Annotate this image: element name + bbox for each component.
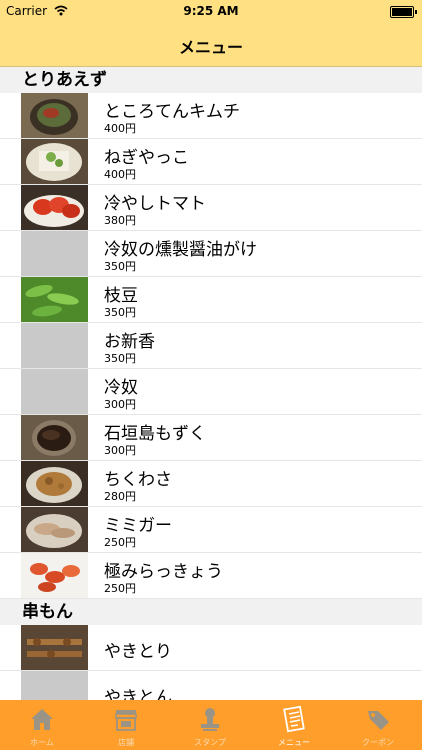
battery-icon xyxy=(390,6,417,18)
food-photo-placeholder xyxy=(21,671,88,700)
tab-menu[interactable]: メニュー xyxy=(252,700,336,750)
food-photo-thumbnail xyxy=(21,507,88,552)
menu-item-price: 300円 xyxy=(104,444,136,457)
status-time: 9:25 AM xyxy=(183,4,239,18)
navigation-bar: メニュー xyxy=(0,22,422,67)
page-title: メニュー xyxy=(178,38,243,57)
coupon-icon xyxy=(368,711,389,730)
food-photo-thumbnail xyxy=(21,461,88,506)
menu-item-name: ところてんキムチ xyxy=(104,102,240,122)
menu-item-price: 350円 xyxy=(104,260,136,273)
food-photo-thumbnail xyxy=(21,93,88,138)
tab-bar: ホーム 店舗 スタンプ メニュー クーポン xyxy=(0,700,422,750)
menu-item-row[interactable]: 冷やしトマト 380円 xyxy=(0,185,422,231)
menu-item-name: お新香 xyxy=(104,332,155,352)
menu-item-row[interactable]: ねぎやっこ 400円 xyxy=(0,139,422,185)
menu-item-name: 極みらっきょう xyxy=(104,562,223,582)
menu-item-row[interactable]: 石垣島もずく 300円 xyxy=(0,415,422,461)
food-photo-thumbnail xyxy=(21,277,88,322)
food-photo-thumbnail xyxy=(21,625,88,670)
tab-label: メニュー xyxy=(278,738,310,747)
stamp-icon xyxy=(201,708,219,731)
menu-item-row[interactable]: ちくわさ 280円 xyxy=(0,461,422,507)
menu-item-name: 冷奴 xyxy=(104,378,138,398)
menu-item-price: 250円 xyxy=(104,582,136,595)
tab-stamp[interactable]: スタンプ xyxy=(168,700,252,750)
tab-coupon[interactable]: クーポン xyxy=(336,700,420,750)
menu-item-row[interactable]: 冷奴の燻製醤油がけ 350円 xyxy=(0,231,422,277)
menu-item-name: ミミガー xyxy=(104,516,172,536)
menu-item-price: 280円 xyxy=(104,490,136,503)
menu-icon xyxy=(283,705,305,733)
menu-item-price: 300円 xyxy=(104,398,136,411)
menu-item-row[interactable]: 極みらっきょう 250円 xyxy=(0,553,422,599)
menu-item-row[interactable]: 冷奴 300円 xyxy=(0,369,422,415)
tab-label: クーポン xyxy=(362,738,394,747)
tab-home[interactable]: ホーム xyxy=(0,700,84,750)
menu-item-price: 380円 xyxy=(104,214,136,227)
menu-item-name: ちくわさ xyxy=(104,470,172,490)
status-bar: Carrier 9:25 AM xyxy=(0,0,422,22)
menu-item-name: 冷やしトマト xyxy=(104,194,206,214)
tab-shop[interactable]: 店舗 xyxy=(84,700,168,750)
home-icon xyxy=(31,709,53,730)
food-photo-placeholder xyxy=(21,369,88,414)
menu-item-price: 350円 xyxy=(104,306,136,319)
food-photo-thumbnail xyxy=(21,415,88,460)
food-photo-thumbnail xyxy=(21,139,88,184)
menu-item-row[interactable]: 枝豆 350円 xyxy=(0,277,422,323)
menu-item-price: 350円 xyxy=(104,352,136,365)
menu-item-price: 400円 xyxy=(104,168,136,181)
tab-label: ホーム xyxy=(30,738,54,747)
menu-item-price: 250円 xyxy=(104,536,136,549)
menu-item-name: 枝豆 xyxy=(104,286,138,306)
tab-label: スタンプ xyxy=(194,738,226,747)
menu-item-row[interactable]: お新香 350円 xyxy=(0,323,422,369)
tab-label: 店舗 xyxy=(118,738,134,747)
food-photo-thumbnail xyxy=(21,553,88,598)
food-photo-placeholder xyxy=(21,231,88,276)
shop-icon xyxy=(115,710,137,731)
food-photo-thumbnail xyxy=(21,185,88,230)
menu-item-row[interactable]: ミミガー 250円 xyxy=(0,507,422,553)
menu-item-name: ねぎやっこ xyxy=(104,148,189,168)
menu-item-name: 冷奴の燻製醤油がけ xyxy=(104,240,257,260)
menu-item-name: やきとん xyxy=(104,688,172,700)
menu-item-name: やきとり xyxy=(104,642,172,662)
section-header: とりあえず xyxy=(0,67,422,93)
menu-list[interactable]: とりあえず ところてんキムチ 400円 ねぎやっこ 400円 冷やしトマト 38… xyxy=(0,67,422,700)
menu-item-price: 400円 xyxy=(104,122,136,135)
food-photo-placeholder xyxy=(21,323,88,368)
menu-item-row[interactable]: やきとん xyxy=(0,671,422,700)
menu-item-row[interactable]: ところてんキムチ 400円 xyxy=(0,93,422,139)
menu-item-row[interactable]: やきとり xyxy=(0,625,422,671)
section-header: 串もん xyxy=(0,599,422,625)
menu-item-name: 石垣島もずく xyxy=(104,424,206,444)
